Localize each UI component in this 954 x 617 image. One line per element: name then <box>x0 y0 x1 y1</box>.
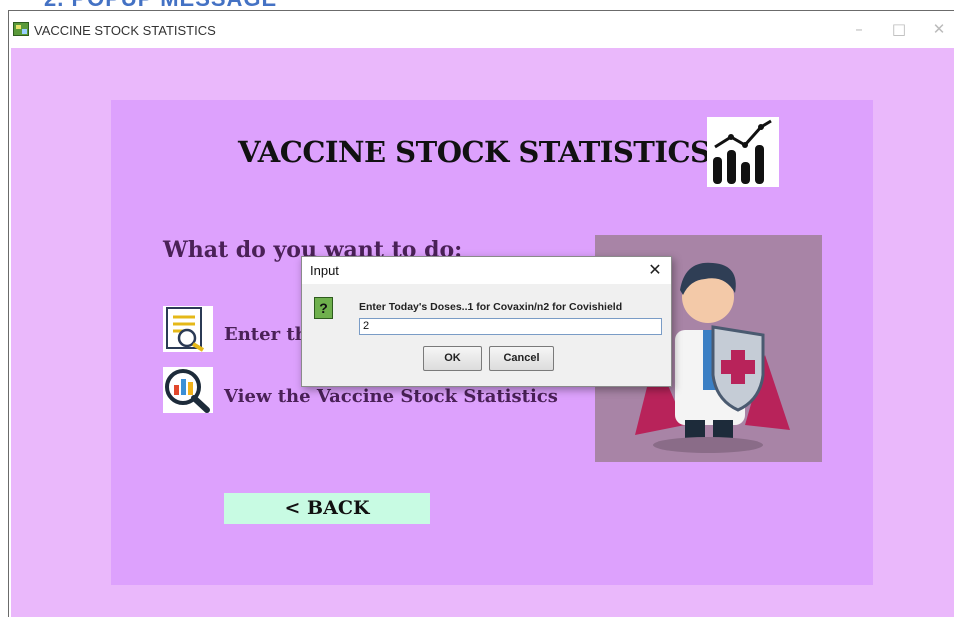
app-icon <box>13 22 29 36</box>
maximize-button[interactable]: □ <box>887 19 911 39</box>
close-button[interactable]: ✕ <box>927 19 951 39</box>
doses-input[interactable]: 2 <box>359 318 662 335</box>
back-button[interactable]: < BACK <box>224 493 430 524</box>
dialog-title: Input <box>310 263 339 278</box>
minimize-button[interactable]: – <box>847 19 871 39</box>
document-heading: 2. POPUP MESSAGE <box>0 0 400 11</box>
question-icon: ? <box>314 297 333 319</box>
dialog-close-button[interactable]: ✕ <box>645 260 665 280</box>
dialog-titlebar: Input ✕ <box>302 257 671 284</box>
window-title: VACCINE STOCK STATISTICS <box>34 23 216 38</box>
input-dialog: Input ✕ ? Enter Today's Doses..1 for Cov… <box>301 256 672 387</box>
window-titlebar: VACCINE STOCK STATISTICS – □ ✕ <box>9 11 954 48</box>
dialog-message: Enter Today's Doses..1 for Covaxin/n2 fo… <box>359 301 623 313</box>
cancel-button[interactable]: Cancel <box>489 346 554 371</box>
chart-magnifier-icon[interactable] <box>163 367 213 413</box>
ok-button[interactable]: OK <box>423 346 482 371</box>
page-title: VACCINE STOCK STATISTICS <box>238 135 711 169</box>
stats-chart-icon <box>707 117 779 187</box>
report-magnifier-icon[interactable] <box>163 306 213 352</box>
view-statistics-option[interactable]: View the Vaccine Stock Statistics <box>224 386 558 407</box>
